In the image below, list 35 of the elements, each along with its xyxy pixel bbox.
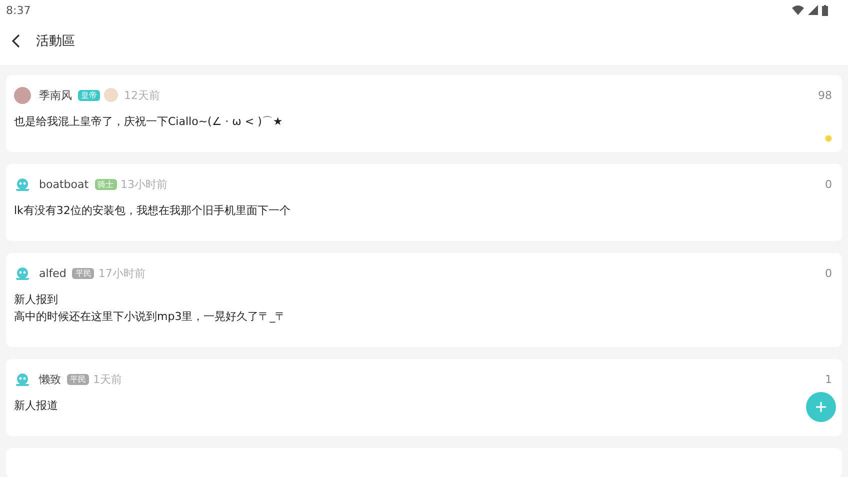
author-name: alfed xyxy=(39,266,66,280)
rank-badge: 皇帝 xyxy=(78,90,100,100)
post-text: 新人报道 xyxy=(14,398,58,414)
author-name: boatboat xyxy=(39,178,89,190)
post-card[interactable]: 懒致 平民 1天前 1 新人报道 xyxy=(6,359,842,436)
mascot-avatar-icon[interactable] xyxy=(14,264,31,282)
reply-count: 0 xyxy=(825,266,832,280)
post-card[interactable]: alfed 平民 17小时前 0 新人报到 高中的时候还在这里下小说到mp3里，一晃好久了〒_〒 xyxy=(6,253,842,347)
page-title: 活動區 xyxy=(36,33,75,50)
avatar-frame-icon xyxy=(104,88,118,102)
wifi-icon xyxy=(792,4,804,14)
mascot-avatar-icon[interactable] xyxy=(14,370,31,388)
rank-badge: 骑士 xyxy=(94,178,117,190)
rank-badge: 平民 xyxy=(72,268,94,278)
signal-icon xyxy=(808,4,818,14)
plus-icon xyxy=(815,401,827,413)
post-time: 13小时前 xyxy=(120,176,168,192)
author-name: 季南风 xyxy=(39,88,72,102)
post-text: 新人报到 高中的时候还在这里下小说到mp3里，一晃好久了〒_〒 xyxy=(14,292,286,325)
user-avatar[interactable] xyxy=(14,86,31,104)
post-time: 1天前 xyxy=(93,372,122,386)
mascot-avatar-icon[interactable] xyxy=(14,176,31,192)
battery-icon xyxy=(822,4,828,16)
post-text: lk有没有32位的安装包，我想在我那个旧手机里面下一个 xyxy=(14,203,290,219)
post-card[interactable]: 季南风 皇帝 12天前 98 也是给我混上皇帝了，庆祝一下Ciallo~(∠ · ω < )⌒★ xyxy=(6,75,842,152)
post-time: 12天前 xyxy=(124,88,160,102)
rank-badge: 平民 xyxy=(67,374,89,384)
reply-count: 98 xyxy=(818,88,832,102)
status-time: 8:37 xyxy=(6,4,31,16)
post-time: 17小时前 xyxy=(98,266,146,280)
reply-count: 1 xyxy=(825,372,832,386)
post-card[interactable]: boatboat 骑士 13小时前 0 lk有没有32位的安装包，我想在我那个旧手机里面下一个 xyxy=(6,164,842,241)
author-name: 懒致 xyxy=(39,372,61,386)
reply-count: 0 xyxy=(825,178,832,190)
post-text: 也是给我混上皇帝了，庆祝一下Ciallo~(∠ · ω < )⌒★ xyxy=(14,114,283,130)
